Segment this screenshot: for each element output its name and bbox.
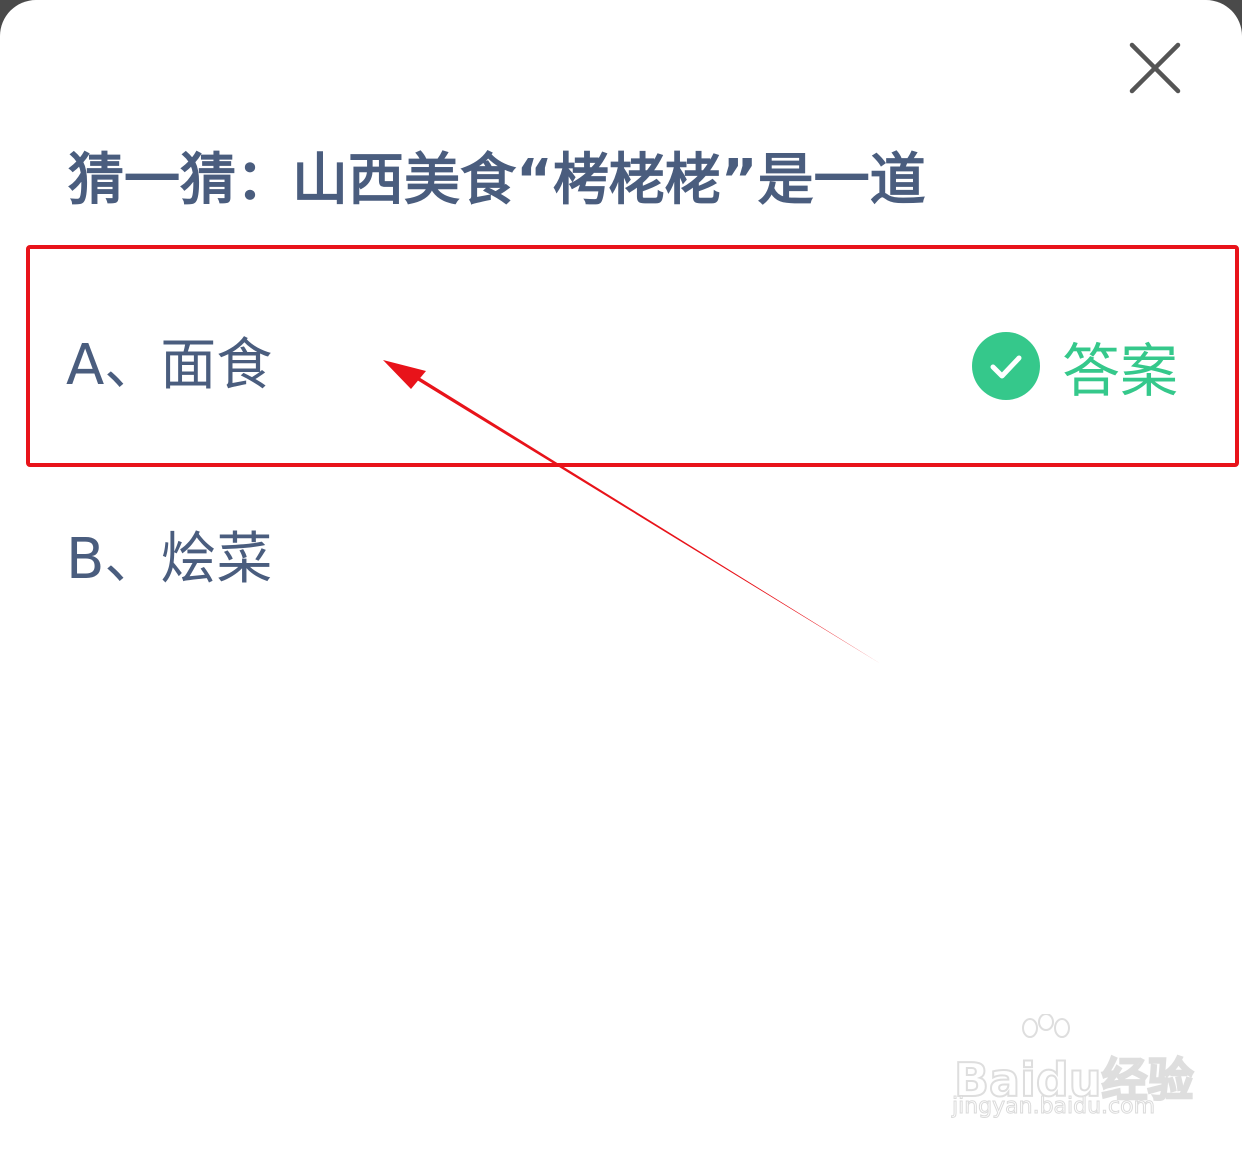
close-icon [1129,42,1181,94]
check-circle-icon [972,332,1040,400]
option-b[interactable]: B、烩菜 [0,462,1242,652]
option-a[interactable]: A、面食 答案 [0,268,1242,458]
quiz-sheet: 猜一猜：山西美食“栲栳栳”是一道 A、面食 答案 B、烩菜 Baidu经验 ji… [0,0,1242,1152]
option-b-label: B、烩菜 [66,527,273,592]
answer-tag: 答案 [972,326,1178,406]
option-a-label: A、面食 [66,333,273,398]
answer-label: 答案 [1062,337,1179,405]
watermark-url: jingyan.baidu.com [951,1094,1156,1120]
baidu-jingyan-watermark: Baidu经验 jingyan.baidu.com [950,1014,1195,1126]
question-title: 猜一猜：山西美食“栲栳栳”是一道 [68,148,926,213]
close-button[interactable] [1124,40,1184,96]
